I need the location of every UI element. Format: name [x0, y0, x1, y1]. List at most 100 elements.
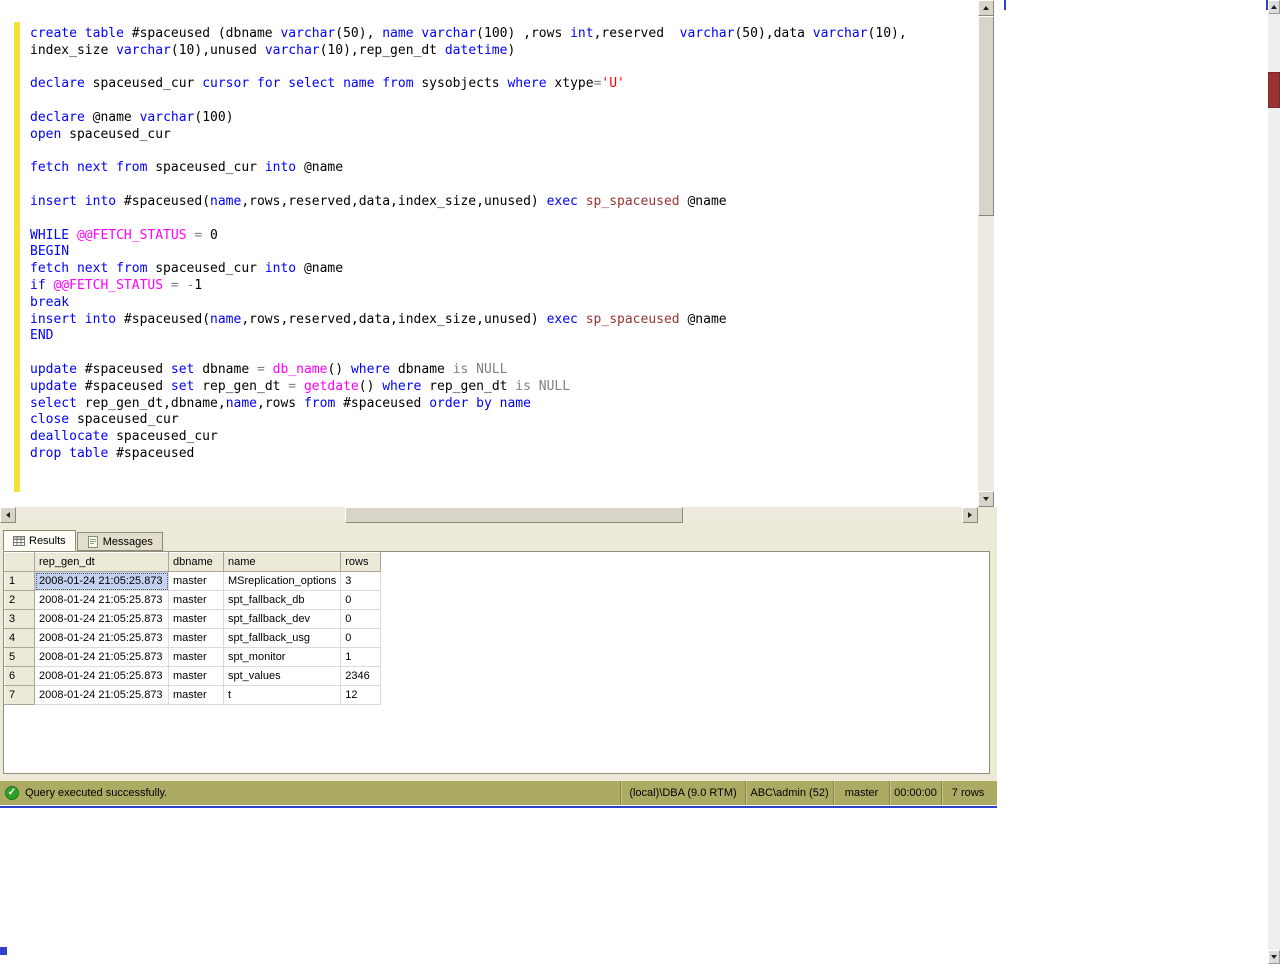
table-cell[interactable]: 2008-01-24 21:05:25.873: [35, 629, 169, 648]
editor-horizontal-scrollbar[interactable]: [0, 507, 978, 523]
table-cell[interactable]: 12: [341, 686, 381, 705]
status-database: master: [833, 781, 889, 805]
row-number[interactable]: 7: [5, 686, 35, 705]
table-cell[interactable]: spt_monitor: [224, 648, 341, 667]
status-user: ABC\admin (52): [745, 781, 833, 805]
table-cell[interactable]: spt_fallback_db: [224, 591, 341, 610]
table-cell[interactable]: 0: [341, 629, 381, 648]
screenshot-root: create table #spaceused (dbname varchar(…: [0, 0, 1280, 964]
scroll-up-button[interactable]: [978, 0, 994, 16]
results-grid-table: rep_gen_dtdbnamenamerows 12008-01-24 21:…: [4, 552, 381, 705]
row-number[interactable]: 5: [5, 648, 35, 667]
code-line: update #spaceused set dbname = db_name()…: [30, 362, 953, 379]
table-cell[interactable]: 0: [341, 610, 381, 629]
arrow-down-icon: [983, 497, 989, 501]
row-number[interactable]: 2: [5, 591, 35, 610]
code-line: create table #spaceused (dbname varchar(…: [30, 26, 953, 43]
scroll-left-button[interactable]: [0, 507, 16, 523]
row-number[interactable]: 4: [5, 629, 35, 648]
artifact-blue-line-left: [1004, 0, 1006, 10]
code-line: END: [30, 328, 953, 345]
grid-body: 12008-01-24 21:05:25.873masterMSreplicat…: [5, 572, 381, 705]
code-line: close spaceused_cur: [30, 412, 953, 429]
code-line: declare spaceused_cur cursor for select …: [30, 76, 953, 93]
page-scroll-down-button[interactable]: [1268, 950, 1280, 964]
tab-messages[interactable]: Messages: [77, 532, 163, 551]
code-line: break: [30, 295, 953, 312]
arrow-up-icon: [983, 6, 989, 10]
status-server: (local)\DBA (9.0 RTM): [620, 781, 745, 805]
table-cell[interactable]: 2008-01-24 21:05:25.873: [35, 667, 169, 686]
row-number[interactable]: 6: [5, 667, 35, 686]
results-grid-icon: [13, 535, 25, 547]
table-cell[interactable]: 2008-01-24 21:05:25.873: [35, 686, 169, 705]
table-cell[interactable]: spt_values: [224, 667, 341, 686]
table-cell[interactable]: master: [169, 572, 224, 591]
status-message: Query executed successfully.: [25, 787, 167, 799]
column-header[interactable]: dbname: [169, 553, 224, 572]
code-line: WHILE @@FETCH_STATUS = 0: [30, 228, 953, 245]
status-bar: ✓ Query executed successfully. (local)\D…: [0, 781, 997, 805]
table-cell[interactable]: t: [224, 686, 341, 705]
scroll-down-button[interactable]: [978, 491, 994, 507]
scroll-right-button[interactable]: [962, 507, 978, 523]
code-line: index_size varchar(10),unused varchar(10…: [30, 43, 953, 60]
table-cell[interactable]: 2008-01-24 21:05:25.873: [35, 610, 169, 629]
page-scroll-up-button[interactable]: [1268, 0, 1280, 14]
code-line: if @@FETCH_STATUS = -1: [30, 278, 953, 295]
code-line: BEGIN: [30, 244, 953, 261]
table-cell[interactable]: master: [169, 667, 224, 686]
status-cells: (local)\DBA (9.0 RTM) ABC\admin (52) mas…: [620, 781, 994, 805]
code-line: [30, 144, 953, 161]
arrow-left-icon: [6, 512, 10, 518]
table-cell[interactable]: master: [169, 629, 224, 648]
window-bottom-border: [0, 806, 997, 808]
horizontal-scroll-thumb[interactable]: [345, 507, 683, 523]
code-line: insert into #spaceused(name,rows,reserve…: [30, 312, 953, 329]
table-cell[interactable]: master: [169, 591, 224, 610]
table-cell[interactable]: spt_fallback_usg: [224, 629, 341, 648]
row-header-corner[interactable]: [5, 553, 35, 572]
page-scroll-thumb[interactable]: [1268, 72, 1280, 108]
success-check-icon: ✓: [5, 786, 19, 800]
arrow-down-icon: [1271, 955, 1277, 959]
table-cell[interactable]: master: [169, 648, 224, 667]
table-cell[interactable]: 1: [341, 648, 381, 667]
grid-header: rep_gen_dtdbnamenamerows: [5, 553, 381, 572]
tab-messages-label: Messages: [103, 536, 153, 548]
table-row: 22008-01-24 21:05:25.873masterspt_fallba…: [5, 591, 381, 610]
table-cell[interactable]: spt_fallback_dev: [224, 610, 341, 629]
results-grid[interactable]: rep_gen_dtdbnamenamerows 12008-01-24 21:…: [3, 551, 990, 774]
code-line: open spaceused_cur: [30, 127, 953, 144]
sql-editor[interactable]: create table #spaceused (dbname varchar(…: [0, 0, 997, 507]
table-cell[interactable]: 2008-01-24 21:05:25.873: [35, 572, 169, 591]
status-duration: 00:00:00: [889, 781, 941, 805]
tab-results[interactable]: Results: [3, 530, 76, 551]
table-cell[interactable]: 2008-01-24 21:05:25.873: [35, 591, 169, 610]
code-line: insert into #spaceused(name,rows,reserve…: [30, 194, 953, 211]
table-cell[interactable]: master: [169, 686, 224, 705]
row-number[interactable]: 3: [5, 610, 35, 629]
code-line: update #spaceused set rep_gen_dt = getda…: [30, 379, 953, 396]
vertical-scroll-thumb[interactable]: [978, 16, 994, 216]
code-lines: create table #spaceused (dbname varchar(…: [30, 26, 953, 463]
table-cell[interactable]: 0: [341, 591, 381, 610]
editor-vertical-scrollbar[interactable]: [978, 0, 994, 507]
table-row: 32008-01-24 21:05:25.873masterspt_fallba…: [5, 610, 381, 629]
table-row: 42008-01-24 21:05:25.873masterspt_fallba…: [5, 629, 381, 648]
table-cell[interactable]: 2346: [341, 667, 381, 686]
status-rowcount: 7 rows: [941, 781, 994, 805]
column-header[interactable]: name: [224, 553, 341, 572]
code-line: select rep_gen_dt,dbname,name,rows from …: [30, 396, 953, 413]
arrow-up-icon: [1271, 5, 1277, 9]
row-number[interactable]: 1: [5, 572, 35, 591]
table-cell[interactable]: master: [169, 610, 224, 629]
page-vertical-scrollbar[interactable]: [1268, 0, 1280, 964]
table-cell[interactable]: 2008-01-24 21:05:25.873: [35, 648, 169, 667]
table-cell[interactable]: 3: [341, 572, 381, 591]
table-cell[interactable]: MSreplication_options: [224, 572, 341, 591]
column-header[interactable]: rows: [341, 553, 381, 572]
column-header[interactable]: rep_gen_dt: [35, 553, 169, 572]
code-line: [30, 177, 953, 194]
code-line: drop table #spaceused: [30, 446, 953, 463]
